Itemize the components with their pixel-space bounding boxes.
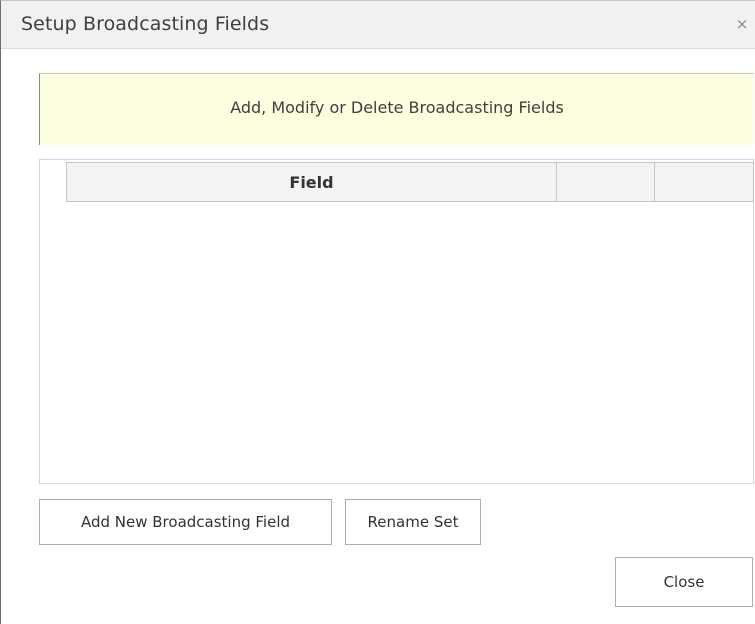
banner-text: Add, Modify or Delete Broadcasting Field… (230, 98, 564, 117)
setup-broadcasting-fields-dialog: Setup Broadcasting Fields × Add, Modify … (0, 0, 755, 624)
instruction-banner: Add, Modify or Delete Broadcasting Field… (39, 73, 754, 145)
fields-grid[interactable]: Field (39, 159, 754, 484)
dialog-titlebar: Setup Broadcasting Fields × (1, 1, 755, 49)
column-header-field[interactable]: Field (67, 163, 557, 201)
column-header-2[interactable] (557, 163, 655, 201)
dialog-title: Setup Broadcasting Fields (21, 13, 270, 35)
add-new-broadcasting-field-button[interactable]: Add New Broadcasting Field (39, 499, 332, 545)
close-button[interactable]: Close (615, 557, 753, 607)
column-header-3[interactable] (655, 163, 753, 201)
close-icon[interactable]: × (733, 15, 751, 33)
grid-header: Field (66, 162, 754, 202)
rename-set-button[interactable]: Rename Set (345, 499, 481, 545)
